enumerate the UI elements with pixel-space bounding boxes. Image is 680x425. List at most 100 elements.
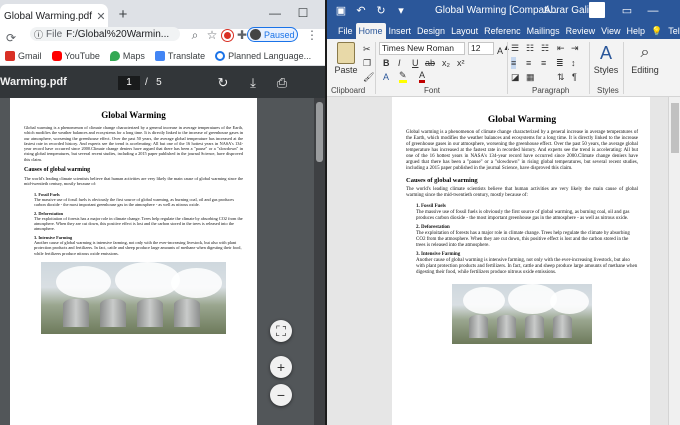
show-marks-icon[interactable]: ¶ xyxy=(572,71,577,83)
profile-paused-button[interactable]: Paused xyxy=(247,27,298,42)
reload-icon[interactable]: ⟳ xyxy=(4,31,18,45)
editing-button[interactable]: ⌕ Editing xyxy=(627,42,663,76)
paste-button[interactable]: Paste xyxy=(331,42,361,76)
pdf-scrollbar[interactable] xyxy=(314,98,325,425)
causes-heading: Causes of global warming xyxy=(406,177,478,184)
align-right-icon[interactable]: ≡ xyxy=(541,57,546,69)
word-page[interactable]: Global Warming Global warming is a pheno… xyxy=(392,97,650,425)
bullets-icon[interactable]: ☰ xyxy=(511,42,519,54)
tab-help[interactable]: Help xyxy=(624,23,649,39)
tab-layout[interactable]: Layout xyxy=(448,23,481,39)
redo-icon[interactable]: ↻ xyxy=(373,3,389,19)
zoom-in-button[interactable]: + xyxy=(270,356,292,378)
ribbon-home: Paste ✂ ❐ 🖌 Clipboard Times New Roman 12… xyxy=(327,39,680,97)
maps-icon xyxy=(109,50,120,61)
subscript-button[interactable]: x₂ xyxy=(442,57,450,69)
shading-icon[interactable]: ◪ xyxy=(511,71,520,83)
document-title: Global Warming xyxy=(487,115,557,125)
new-tab-button[interactable]: + xyxy=(113,5,133,25)
font-color-icon[interactable]: A xyxy=(419,71,426,83)
numbering-icon[interactable]: ☷ xyxy=(526,42,534,54)
address-bar[interactable]: ⓘ File F:/Global%20Warmin... xyxy=(30,27,180,41)
ribbon-tabs: File Home Insert Design Layout Referenc … xyxy=(327,21,680,39)
bookmark-translate[interactable]: Translate xyxy=(154,50,205,61)
tab-view[interactable]: View xyxy=(598,23,623,39)
bold-button[interactable]: B xyxy=(383,57,390,69)
menu-icon[interactable]: ⋮ xyxy=(305,28,319,42)
cut-icon[interactable]: ✂ xyxy=(363,43,371,55)
text-effects-icon[interactable]: A xyxy=(383,71,389,83)
list-item: 3. Intensive Farming Another cause of glo… xyxy=(416,252,638,275)
tab-file[interactable]: File xyxy=(335,23,356,39)
bookmark-planned-language[interactable]: Planned Language... xyxy=(215,50,311,61)
power-plant-photo xyxy=(41,261,226,334)
rotate-icon[interactable]: ↻ xyxy=(215,75,231,91)
font-size-combo[interactable]: 12 xyxy=(468,42,494,55)
font-name-combo[interactable]: Times New Roman xyxy=(379,42,465,55)
highlight-icon[interactable]: ✎ xyxy=(399,71,407,83)
italic-button[interactable]: I xyxy=(398,57,401,69)
decrease-indent-icon[interactable]: ⇤ xyxy=(557,42,565,54)
word-scrollbar[interactable] xyxy=(668,97,680,425)
copy-icon[interactable]: ❐ xyxy=(363,57,371,69)
fit-page-button[interactable]: ⛶ xyxy=(270,320,292,342)
line-spacing-icon[interactable]: ↕ xyxy=(571,57,576,69)
pdf-page: Global Warming Global warming is a pheno… xyxy=(10,98,257,425)
omnibox-url: F:/Global%20Warmin... xyxy=(66,28,170,40)
maximize-button[interactable]: ☐ xyxy=(290,3,316,23)
close-icon[interactable]: ✕ xyxy=(94,10,108,23)
increase-indent-icon[interactable]: ⇥ xyxy=(571,42,579,54)
info-icon: ⓘ xyxy=(34,29,44,40)
grow-font-icon[interactable]: A▲ xyxy=(497,42,510,57)
intro-paragraph: Global warming is a phenomenon of climat… xyxy=(24,125,243,162)
download-icon[interactable]: ⤓ xyxy=(245,75,261,91)
user-name[interactable]: Abrar Galib xyxy=(544,5,595,16)
list-item: 3. Intensive Farming Another cause of glo… xyxy=(34,234,242,256)
tab-global-warming-pdf[interactable]: Global Warming.pdf ✕ xyxy=(0,4,108,29)
format-painter-icon[interactable]: 🖌 xyxy=(363,71,374,83)
extension-icon[interactable] xyxy=(222,30,233,41)
bookmark-youtube[interactable]: YouTube xyxy=(51,50,100,61)
tell-me-search[interactable]: Tell me xyxy=(665,23,680,39)
omnibox-prefix: File xyxy=(46,28,63,40)
print-icon[interactable]: ⎙ xyxy=(274,75,290,91)
undo-icon[interactable]: ↶ xyxy=(353,3,369,19)
causes-intro: The world's leading climate scientists b… xyxy=(24,176,243,187)
page-separator: / xyxy=(145,77,148,88)
customize-icon[interactable]: ▾ xyxy=(393,3,409,19)
zoom-icon[interactable]: ⌕ xyxy=(188,28,202,42)
page-number-input[interactable]: 1 xyxy=(118,76,140,90)
superscript-button[interactable]: x² xyxy=(457,57,465,69)
globe-icon xyxy=(215,50,226,61)
tab-insert[interactable]: Insert xyxy=(386,23,415,39)
tab-review[interactable]: Review xyxy=(563,23,599,39)
tab-design[interactable]: Design xyxy=(414,23,448,39)
tab-references[interactable]: Referenc xyxy=(481,23,524,39)
list-item: 1. Fossil Fuels The massive use of fossil… xyxy=(416,204,630,221)
minimize-icon[interactable]: — xyxy=(645,3,661,19)
search-icon: ⌕ xyxy=(640,44,650,61)
tab-mailings[interactable]: Mailings xyxy=(524,23,563,39)
group-paragraph: Paragraph xyxy=(532,86,570,95)
underline-button[interactable]: U xyxy=(412,57,419,69)
bookmark-gmail[interactable]: Gmail xyxy=(5,50,42,61)
multilevel-list-icon[interactable]: ☵ xyxy=(541,42,549,54)
minimize-button[interactable]: — xyxy=(262,3,288,23)
tab-home[interactable]: Home xyxy=(355,23,386,39)
pdf-toolbar: Warming.pdf 1 / 5 ↻ ⤓ ⎙ xyxy=(0,66,325,98)
borders-icon[interactable]: ▦ xyxy=(526,71,535,83)
star-icon[interactable]: ☆ xyxy=(205,28,219,42)
align-center-icon[interactable]: ≡ xyxy=(526,57,531,69)
ribbon-display-icon[interactable]: ▭ xyxy=(619,3,635,19)
bookmark-maps[interactable]: Maps xyxy=(109,50,145,61)
justify-icon[interactable]: ≣ xyxy=(556,57,564,69)
save-icon[interactable]: ▣ xyxy=(333,3,349,19)
strikethrough-button[interactable]: ab xyxy=(425,57,435,69)
sort-icon[interactable]: ⇅ xyxy=(557,71,565,83)
avatar[interactable] xyxy=(589,2,605,18)
window-divider[interactable] xyxy=(325,0,327,425)
list-item: 2. Deforestation The exploitation of fore… xyxy=(34,210,243,232)
align-left-icon[interactable]: ≡ xyxy=(511,57,517,69)
zoom-out-button[interactable]: − xyxy=(270,384,292,406)
styles-button[interactable]: A Styles xyxy=(593,42,619,76)
